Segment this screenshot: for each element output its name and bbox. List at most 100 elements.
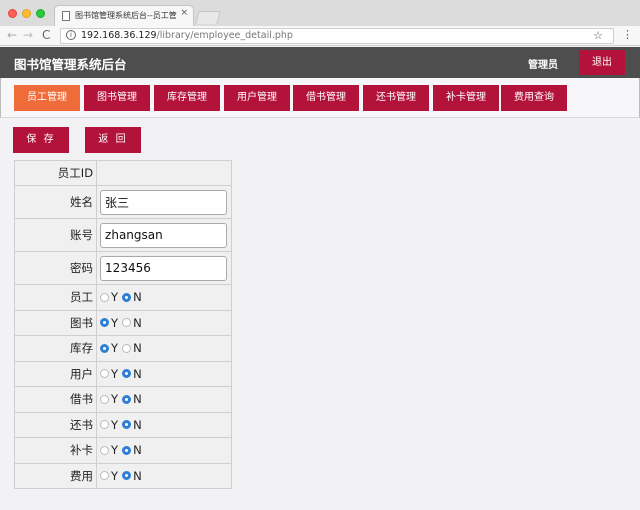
- radio-label-yes: Y: [111, 392, 119, 407]
- nav-fee-query[interactable]: 费用查询: [501, 85, 567, 111]
- permission-row-user: 用户 Y N: [13, 360, 232, 387]
- nav-employee-management[interactable]: 员工管理: [14, 85, 80, 111]
- permission-radio-group-card-reissue: YN: [100, 443, 231, 457]
- radio-label-no: N: [133, 417, 142, 432]
- browser-tab-strip: 图书馆管理系统后台--员工管理 ×: [0, 0, 640, 26]
- back-arrow-icon[interactable]: ←: [7, 28, 17, 42]
- page-icon: [62, 11, 70, 21]
- window-close-button[interactable]: [8, 9, 17, 18]
- permission-user-yes-radio[interactable]: [100, 369, 110, 379]
- nav-return-management[interactable]: 还书管理: [363, 85, 429, 111]
- permission-row-return: 还书 Y N: [13, 411, 232, 438]
- account-label: 账号: [13, 218, 98, 252]
- address-bar[interactable]: i 192.168.36.129/library/employee_detail…: [60, 28, 614, 44]
- permission-fee-yes-radio[interactable]: [100, 471, 110, 481]
- permission-label-book: 图书: [13, 309, 98, 336]
- radio-label-yes: Y: [111, 366, 119, 381]
- permission-radio-group-user: YN: [100, 367, 231, 381]
- name-label: 姓名: [13, 185, 98, 219]
- user-role-label: 管理员: [528, 60, 558, 71]
- reload-icon[interactable]: C: [42, 28, 50, 42]
- window-zoom-button[interactable]: [36, 9, 45, 18]
- browser-tab-title: 图书馆管理系统后台--员工管理: [75, 11, 177, 20]
- permission-fee-no-radio[interactable]: [122, 471, 132, 481]
- url-host: 192.168.36.129: [81, 30, 157, 41]
- permission-row-inventory: 库存 Y N: [13, 335, 232, 362]
- employee-form: 员工ID 姓名 账号 密码 员工YN图书YN库存YN用户YN借书YN还书YN补卡…: [13, 160, 232, 489]
- permission-borrow-no-radio[interactable]: [122, 394, 132, 404]
- permission-label-borrow: 借书: [13, 386, 98, 413]
- permission-card-reissue-no-radio[interactable]: [122, 445, 132, 455]
- window-minimize-button[interactable]: [22, 9, 31, 18]
- permission-radio-group-return: YN: [100, 418, 231, 432]
- nav-book-management[interactable]: 图书管理: [84, 85, 150, 111]
- permission-label-fee: 费用: [13, 462, 98, 489]
- password-input[interactable]: [100, 255, 228, 281]
- radio-label-no: N: [133, 366, 142, 381]
- permission-employee-no-radio[interactable]: [122, 292, 132, 302]
- logout-button[interactable]: 退出: [579, 50, 625, 75]
- permission-return-yes-radio[interactable]: [100, 420, 110, 430]
- info-icon[interactable]: i: [66, 30, 76, 40]
- browser-menu-icon[interactable]: ⋮: [622, 28, 633, 41]
- permission-radio-group-fee: YN: [100, 469, 231, 483]
- radio-label-yes: Y: [111, 443, 119, 458]
- permission-label-card-reissue: 补卡: [13, 437, 98, 464]
- account-input[interactable]: [100, 222, 228, 248]
- radio-label-yes: Y: [111, 315, 119, 330]
- permission-row-card-reissue: 补卡 Y N: [13, 437, 232, 464]
- nav-inventory-management[interactable]: 库存管理: [154, 85, 220, 111]
- radio-label-yes: Y: [111, 290, 119, 305]
- permission-radio-group-borrow: YN: [100, 392, 231, 406]
- url-path: /library/employee_detail.php: [156, 30, 293, 41]
- permission-inventory-no-radio[interactable]: [122, 343, 132, 353]
- permission-label-user: 用户: [13, 360, 98, 387]
- radio-label-yes: Y: [111, 468, 119, 483]
- browser-tab[interactable]: 图书馆管理系统后台--员工管理 ×: [54, 5, 194, 26]
- permission-inventory-yes-radio[interactable]: [100, 343, 110, 353]
- radio-label-no: N: [133, 341, 142, 356]
- back-button[interactable]: 返 回: [85, 127, 141, 153]
- radio-label-no: N: [133, 468, 142, 483]
- permission-borrow-yes-radio[interactable]: [100, 394, 110, 404]
- tab-close-icon[interactable]: ×: [180, 8, 188, 18]
- permission-row-fee: 费用 Y N: [13, 462, 232, 489]
- app-header: 图书馆管理系统后台 管理员 退出: [0, 47, 640, 78]
- employee-id-value: [96, 160, 232, 186]
- radio-label-no: N: [133, 290, 142, 305]
- nav-user-management[interactable]: 用户管理: [224, 85, 290, 111]
- app-title: 图书馆管理系统后台: [14, 57, 127, 72]
- permission-radio-group-inventory: YN: [100, 341, 231, 355]
- forward-arrow-icon[interactable]: →: [23, 28, 33, 42]
- permission-user-no-radio[interactable]: [122, 369, 132, 379]
- employee-id-label: 员工ID: [13, 160, 98, 186]
- permission-row-borrow: 借书 Y N: [13, 386, 232, 413]
- permission-book-yes-radio[interactable]: [100, 318, 110, 328]
- permission-card-reissue-yes-radio[interactable]: [100, 445, 110, 455]
- name-input[interactable]: [100, 189, 228, 215]
- permission-return-no-radio[interactable]: [122, 420, 132, 430]
- permission-radio-group-employee: YN: [100, 290, 231, 304]
- permission-label-inventory: 库存: [13, 335, 98, 362]
- nav-card-reissue-management[interactable]: 补卡管理: [433, 85, 499, 111]
- permission-book-no-radio[interactable]: [122, 318, 132, 328]
- radio-label-no: N: [133, 315, 142, 330]
- browser-toolbar: ← → C i 192.168.36.129/library/employee_…: [0, 26, 640, 46]
- permission-label-employee: 员工: [13, 284, 98, 311]
- radio-label-yes: Y: [111, 417, 119, 432]
- bookmark-star-icon[interactable]: ☆: [593, 29, 603, 42]
- radio-label-no: N: [133, 443, 142, 458]
- password-label: 密码: [13, 251, 98, 285]
- permission-row-employee: 员工 Y N: [13, 284, 232, 311]
- nav-borrow-management[interactable]: 借书管理: [293, 85, 359, 111]
- permission-row-book: 图书 Y N: [13, 309, 232, 336]
- permission-employee-yes-radio[interactable]: [100, 292, 110, 302]
- permission-label-return: 还书: [13, 411, 98, 438]
- main-nav: 员工管理 图书管理 库存管理 用户管理 借书管理 还书管理 补卡管理 费用查询: [0, 78, 640, 118]
- permission-rows: 员工 Y N 图书 Y N 库存 Y N 用户 Y N 借书 Y N 还书 Y N 补卡 Y N 费用 Y N: [13, 284, 232, 489]
- url-text[interactable]: 192.168.36.129/library/employee_detail.p…: [81, 30, 293, 41]
- radio-label-no: N: [133, 392, 142, 407]
- permission-radio-group-book: YN: [100, 316, 231, 330]
- new-tab-button[interactable]: [195, 11, 221, 24]
- save-button[interactable]: 保 存: [13, 127, 69, 153]
